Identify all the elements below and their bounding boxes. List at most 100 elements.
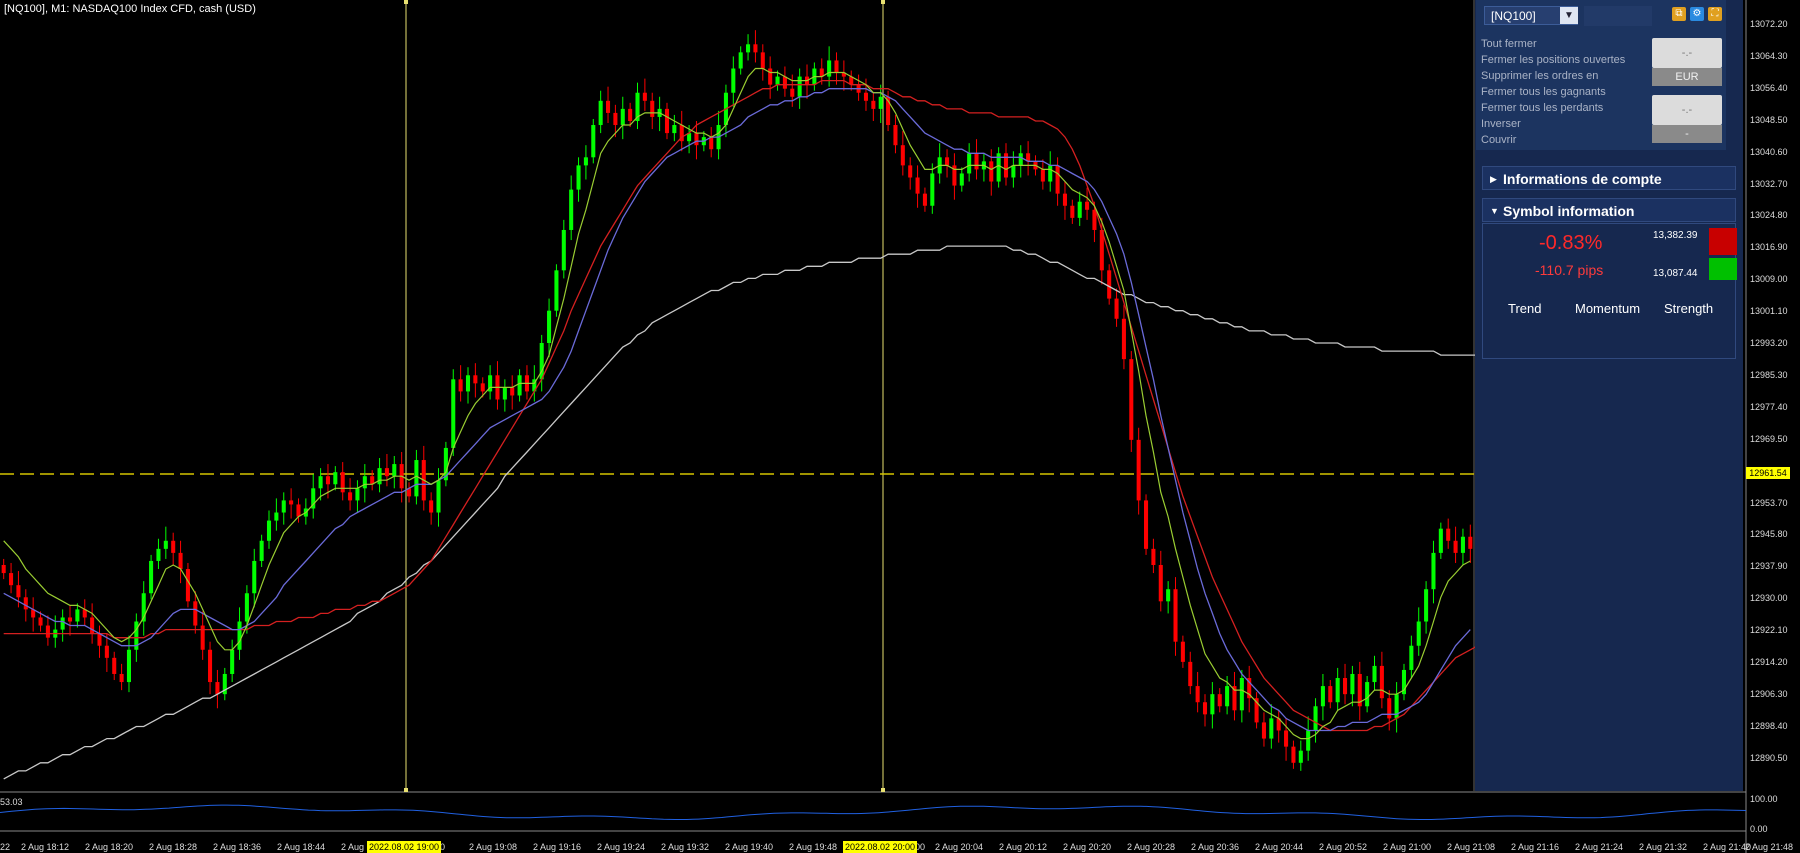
account-info-header[interactable]: ▶ Informations de compte — [1482, 166, 1736, 190]
vertical-marker-bottom-1 — [404, 788, 408, 792]
candle-body — [281, 500, 286, 513]
momentum-label: Momentum — [1575, 301, 1641, 316]
action-list: Tout fermer Fermer les positions ouverte… — [1481, 36, 1625, 148]
candle-body — [252, 560, 257, 594]
candle-body — [893, 125, 898, 146]
candle-body — [38, 617, 43, 626]
action-reverse[interactable]: Inverser — [1481, 116, 1625, 132]
candle-body — [1460, 536, 1465, 553]
time-tick: 2 Aug 19:48 — [789, 842, 838, 852]
candle-body — [664, 108, 670, 134]
ma-long-line — [3, 245, 1530, 780]
symbol-input[interactable] — [1584, 6, 1652, 26]
price-tick: 12890.50 — [1750, 752, 1788, 763]
candle-body — [1261, 722, 1266, 739]
price-tick: 12922.10 — [1750, 625, 1788, 636]
candle-body — [1136, 439, 1141, 501]
ma-slow-line — [3, 79, 1486, 732]
candle-body — [1040, 169, 1045, 182]
candle-body — [1077, 201, 1082, 218]
action-close-all[interactable]: Tout fermer — [1481, 36, 1625, 52]
candle-body — [974, 153, 979, 170]
time-tick: 2 Aug 21:00 — [1383, 842, 1432, 852]
candle-body — [289, 500, 294, 505]
price-tick: 13048.50 — [1750, 114, 1788, 125]
candle-body — [90, 617, 95, 634]
candle-body — [171, 540, 176, 553]
action-close-open[interactable]: Fermer les positions ouvertes — [1481, 52, 1625, 68]
candle-body — [930, 173, 935, 206]
price-tick: 13056.40 — [1750, 82, 1788, 93]
candle-body — [915, 177, 920, 194]
candle-body — [605, 100, 611, 113]
candle-body — [1202, 702, 1208, 715]
candle-body — [451, 379, 456, 448]
candle-body — [274, 512, 279, 521]
candle-body — [827, 60, 832, 77]
trend-label: Trend — [1508, 301, 1542, 316]
candle-body — [60, 617, 65, 630]
candle-body — [9, 573, 14, 586]
candle-body — [1468, 536, 1473, 549]
candle-body — [1269, 718, 1274, 739]
high-color-box — [1709, 228, 1737, 255]
panel-actions-area: [NQ100] ▼ ⧉ ⚙ ⛶ Tout fermer Fermer les p… — [1476, 0, 1726, 150]
candle-body — [554, 270, 559, 311]
time-tick: 2 Aug 19:16 — [533, 842, 582, 852]
candle-body — [672, 125, 677, 134]
candle-body — [517, 375, 522, 396]
price-tick: 13072.20 — [1750, 19, 1788, 29]
ma-fast-line — [3, 67, 1471, 740]
expand-icon[interactable]: ⛶ — [1708, 7, 1722, 21]
candle-body — [1144, 500, 1149, 549]
time-tick: 2 Aug — [341, 842, 365, 852]
candle-body — [178, 552, 183, 570]
value-button-2[interactable]: -.- — [1652, 95, 1722, 125]
candle-body — [731, 68, 736, 93]
candle-body — [362, 476, 367, 489]
candle-body — [945, 157, 950, 166]
time-tick: 2 Aug 18:12 — [21, 842, 70, 852]
value-sub-button-2[interactable]: - — [1652, 125, 1722, 143]
candle-body — [1453, 540, 1458, 553]
value-button-1[interactable]: -.- — [1652, 38, 1722, 68]
symbol-info-header[interactable]: ▼ Symbol information — [1482, 198, 1736, 222]
time-tick: 2 Aug 21:40 — [1703, 842, 1752, 852]
candle-body — [119, 673, 124, 683]
candle-body — [797, 76, 802, 97]
candle-body — [1335, 678, 1340, 703]
candle-body — [989, 161, 994, 182]
price-tick: 12930.00 — [1750, 593, 1788, 604]
action-close-winners[interactable]: Fermer tous les gagnants — [1481, 84, 1625, 100]
candle-body — [126, 649, 132, 683]
candle-body — [23, 597, 28, 610]
copy-icon[interactable]: ⧉ — [1672, 7, 1686, 21]
price-tick: 12953.70 — [1750, 497, 1788, 508]
time-tick: 2 Aug 20:12 — [999, 842, 1048, 852]
candle-body — [650, 100, 655, 117]
candle-body — [340, 472, 345, 493]
candle-body — [1217, 694, 1222, 707]
action-close-losers[interactable]: Fermer tous les perdants — [1481, 100, 1625, 116]
candle-body — [1018, 153, 1023, 166]
price-tick: 12914.20 — [1750, 657, 1788, 667]
candle-body — [1114, 298, 1119, 319]
candle-body — [871, 100, 876, 109]
strength-label: Strength — [1664, 301, 1714, 316]
candle-body — [377, 468, 382, 485]
candle-body — [613, 112, 618, 126]
currency-button[interactable]: EUR — [1652, 68, 1722, 86]
candle-body — [628, 108, 633, 121]
time-tick: 2 Aug 21:08 — [1447, 842, 1496, 852]
time-tick: 2 Aug 19:08 — [469, 842, 518, 852]
candle-body — [473, 375, 478, 384]
action-hedge[interactable]: Couvrir — [1481, 132, 1625, 148]
candle-body — [1306, 730, 1311, 751]
gear-icon[interactable]: ⚙ — [1690, 7, 1704, 21]
action-delete-orders[interactable]: Supprimer les ordres en — [1481, 68, 1625, 84]
chevron-down-icon[interactable]: ▼ — [1560, 7, 1578, 24]
candle-body — [1107, 270, 1112, 299]
candle-body — [429, 500, 434, 513]
symbol-info-body: -0.83% -110.7 pips 13,382.39 13,087.44 T… — [1482, 223, 1737, 359]
osc-tick-100: 100.00 — [1750, 794, 1778, 804]
